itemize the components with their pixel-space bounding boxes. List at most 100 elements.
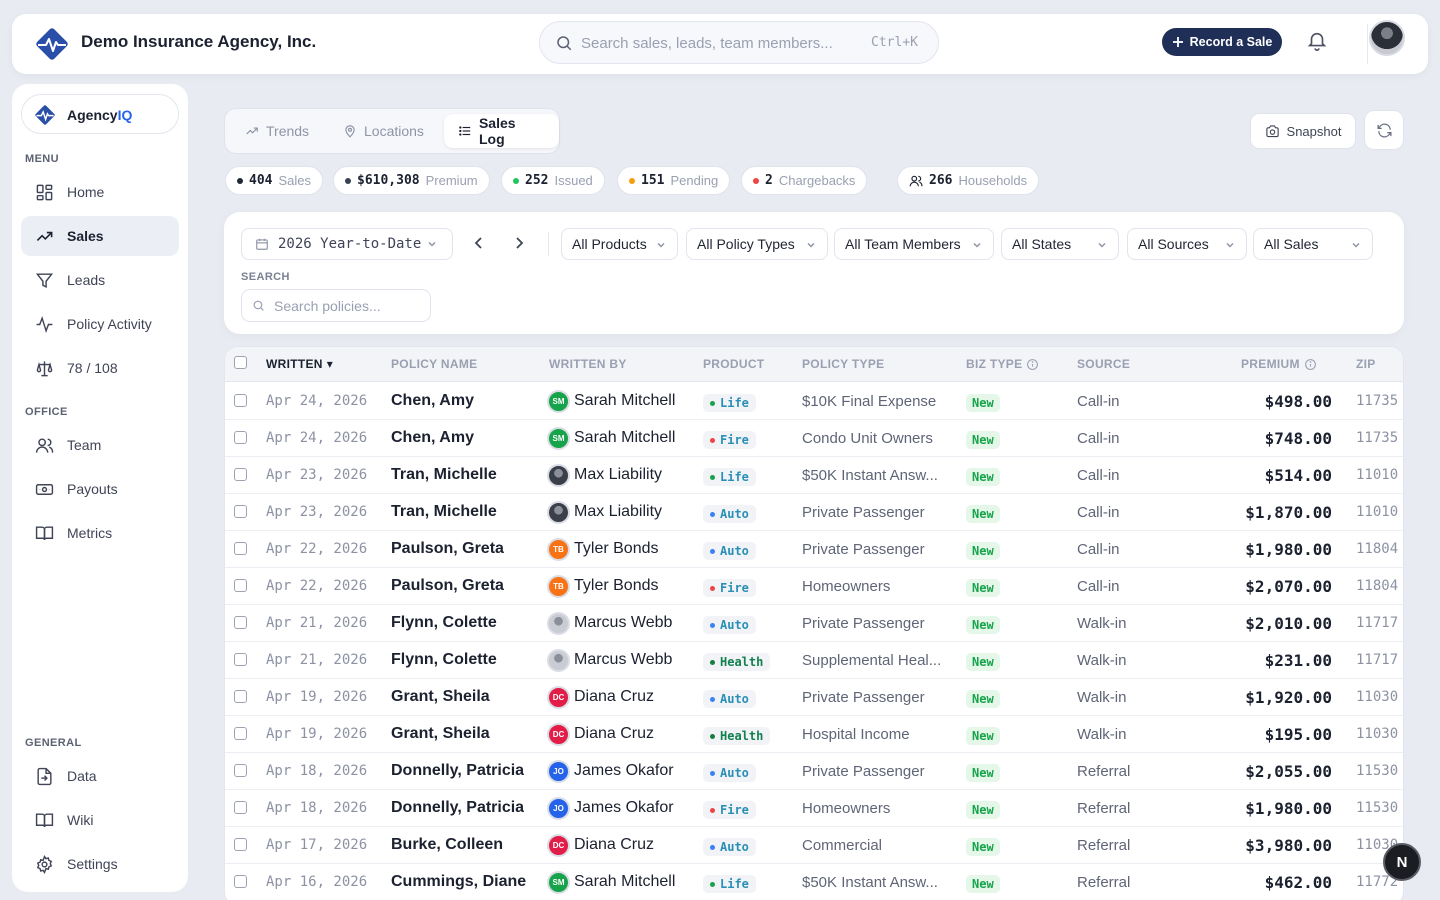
sidebar-item-settings[interactable]: Settings	[21, 844, 179, 884]
row-checkbox[interactable]	[234, 616, 247, 629]
policy-name[interactable]: Flynn, Colette	[391, 605, 497, 641]
column-header-zip[interactable]: ZIP	[1356, 357, 1376, 371]
table-row[interactable]: Apr 23, 2026 Tran, Michelle Max Liabilit…	[225, 494, 1403, 531]
stat-issued[interactable]: 252 Issued	[501, 166, 605, 195]
tab-trends[interactable]: Trends	[231, 114, 323, 148]
row-checkbox[interactable]	[234, 727, 247, 740]
policy-name[interactable]: Paulson, Greta	[391, 568, 504, 604]
sales-select[interactable]: All Sales	[1253, 228, 1373, 260]
written-by[interactable]: DC Diana Cruz	[547, 679, 654, 715]
user-avatar[interactable]	[1369, 20, 1405, 56]
policy-search-input[interactable]: Search policies...	[241, 289, 431, 322]
previous-period-button[interactable]	[473, 234, 485, 252]
sidebar-item-sales[interactable]: Sales	[21, 216, 179, 256]
row-checkbox[interactable]	[234, 875, 247, 888]
row-checkbox[interactable]	[234, 838, 247, 851]
row-checkbox[interactable]	[234, 579, 247, 592]
policy-name[interactable]: Chen, Amy	[391, 420, 474, 456]
sources-select[interactable]: All Sources	[1127, 228, 1247, 260]
table-row[interactable]: Apr 24, 2026 Chen, Amy SM Sarah Mitchell…	[225, 420, 1403, 457]
row-checkbox[interactable]	[234, 394, 247, 407]
written-by[interactable]: SM Sarah Mitchell	[547, 420, 675, 456]
written-by[interactable]: DC Diana Cruz	[547, 827, 654, 863]
agency-logo-icon[interactable]	[34, 26, 70, 62]
snapshot-button[interactable]: Snapshot	[1250, 113, 1356, 149]
policy-types-select[interactable]: All Policy Types	[686, 228, 828, 260]
column-header-product[interactable]: PRODUCT	[703, 357, 764, 371]
app-switcher[interactable]: AgencyIQ	[21, 94, 179, 134]
stat-sales[interactable]: 404 Sales	[225, 166, 324, 195]
row-checkbox[interactable]	[234, 764, 247, 777]
policy-name[interactable]: Tran, Michelle	[391, 494, 497, 530]
policy-name[interactable]: Tran, Michelle	[391, 457, 497, 493]
sidebar-item-quota[interactable]: 78 / 108	[21, 348, 179, 388]
written-by[interactable]: SM Sarah Mitchell	[547, 383, 675, 419]
row-checkbox[interactable]	[234, 468, 247, 481]
policy-name[interactable]: Donnelly, Patricia	[391, 753, 524, 789]
table-row[interactable]: Apr 23, 2026 Tran, Michelle Max Liabilit…	[225, 457, 1403, 494]
policy-name[interactable]: Grant, Sheila	[391, 716, 490, 752]
sidebar-item-team[interactable]: Team	[21, 425, 179, 465]
info-icon[interactable]	[1304, 358, 1317, 371]
row-checkbox[interactable]	[234, 431, 247, 444]
sidebar-item-leads[interactable]: Leads	[21, 260, 179, 300]
row-checkbox[interactable]	[234, 505, 247, 518]
policy-name[interactable]: Flynn, Colette	[391, 642, 497, 678]
table-row[interactable]: Apr 19, 2026 Grant, Sheila DC Diana Cruz…	[225, 679, 1403, 716]
written-by[interactable]: TB Tyler Bonds	[547, 568, 658, 604]
refresh-button[interactable]	[1364, 110, 1404, 150]
table-row[interactable]: Apr 22, 2026 Paulson, Greta TB Tyler Bon…	[225, 531, 1403, 568]
sidebar-item-home[interactable]: Home	[21, 172, 179, 212]
policy-name[interactable]: Cummings, Diane	[391, 864, 526, 900]
tab-locations[interactable]: Locations	[329, 114, 438, 148]
row-checkbox[interactable]	[234, 801, 247, 814]
written-by[interactable]: Max Liability	[547, 494, 662, 530]
stat-premium[interactable]: $610,308 Premium	[333, 166, 490, 195]
policy-name[interactable]: Chen, Amy	[391, 383, 474, 419]
column-header-written-by[interactable]: WRITTEN BY	[549, 357, 627, 371]
written-by[interactable]: TB Tyler Bonds	[547, 531, 658, 567]
row-checkbox[interactable]	[234, 690, 247, 703]
info-icon[interactable]	[1026, 358, 1039, 371]
row-checkbox[interactable]	[234, 542, 247, 555]
stat-pending[interactable]: 151 Pending	[617, 166, 731, 195]
states-select[interactable]: All States	[1001, 228, 1119, 260]
written-by[interactable]: Max Liability	[547, 457, 662, 493]
stat-chargebacks[interactable]: 2 Chargebacks	[741, 166, 868, 195]
column-header-source[interactable]: SOURCE	[1077, 357, 1130, 371]
written-by[interactable]: SM Sarah Mitchell	[547, 864, 675, 900]
written-by[interactable]: JO James Okafor	[547, 753, 674, 789]
written-by[interactable]: Marcus Webb	[547, 642, 672, 678]
table-row[interactable]: Apr 18, 2026 Donnelly, Patricia JO James…	[225, 790, 1403, 827]
written-by[interactable]: JO James Okafor	[547, 790, 674, 826]
stat-households[interactable]: 266 Households	[897, 166, 1040, 195]
table-row[interactable]: Apr 21, 2026 Flynn, Colette Marcus Webb …	[225, 605, 1403, 642]
column-header-policy-name[interactable]: POLICY NAME	[391, 357, 477, 371]
table-row[interactable]: Apr 24, 2026 Chen, Amy SM Sarah Mitchell…	[225, 383, 1403, 420]
row-checkbox[interactable]	[234, 653, 247, 666]
table-row[interactable]: Apr 16, 2026 Cummings, Diane SM Sarah Mi…	[225, 864, 1403, 900]
global-search[interactable]: Search sales, leads, team members... Ctr…	[539, 21, 939, 64]
select-all-checkbox[interactable]	[234, 356, 247, 369]
written-by[interactable]: DC Diana Cruz	[547, 716, 654, 752]
policy-name[interactable]: Paulson, Greta	[391, 531, 504, 567]
column-header-premium[interactable]: PREMIUM	[1241, 357, 1317, 371]
written-by[interactable]: Marcus Webb	[547, 605, 672, 641]
table-row[interactable]: Apr 17, 2026 Burke, Colleen DC Diana Cru…	[225, 827, 1403, 864]
record-sale-button[interactable]: Record a Sale	[1162, 28, 1282, 56]
team-members-select[interactable]: All Team Members	[834, 228, 994, 260]
next-period-button[interactable]	[513, 234, 525, 252]
policy-name[interactable]: Burke, Colleen	[391, 827, 503, 863]
column-header-biz-type[interactable]: BIZ TYPE	[966, 357, 1039, 371]
sidebar-item-data[interactable]: Data	[21, 756, 179, 796]
column-header-written[interactable]: WRITTEN ▾	[266, 357, 333, 371]
sidebar-item-wiki[interactable]: Wiki	[21, 800, 179, 840]
sidebar-item-policy-activity[interactable]: Policy Activity	[21, 304, 179, 344]
sidebar-item-metrics[interactable]: Metrics	[21, 513, 179, 553]
bell-icon[interactable]	[1306, 30, 1328, 52]
policy-name[interactable]: Grant, Sheila	[391, 679, 490, 715]
tab-sales-log[interactable]: Sales Log	[444, 114, 559, 148]
period-select[interactable]: 2026 Year-to-Date	[241, 228, 453, 260]
sidebar-item-payouts[interactable]: Payouts	[21, 469, 179, 509]
products-select[interactable]: All Products	[561, 228, 678, 260]
